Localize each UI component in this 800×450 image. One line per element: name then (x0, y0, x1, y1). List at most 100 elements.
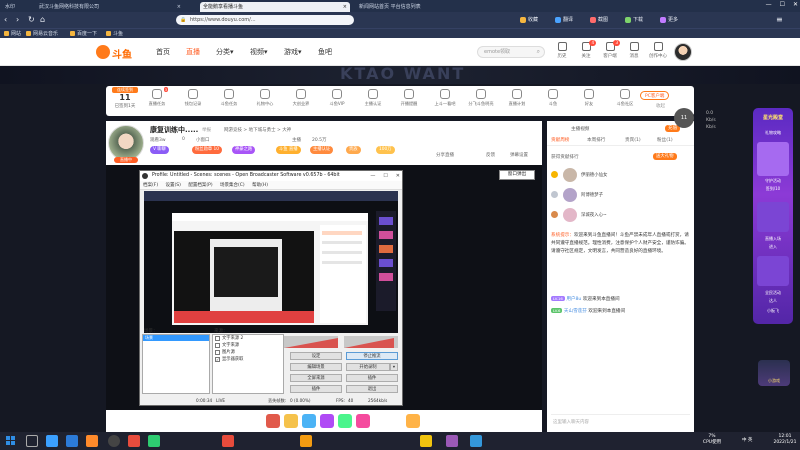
follow-button[interactable]: 关注 4 (576, 40, 596, 59)
gift-icon[interactable] (356, 414, 370, 428)
source-item[interactable]: 文字来源 2 (213, 335, 283, 342)
gift-icon[interactable] (266, 414, 280, 428)
obs-menu-item[interactable]: 设置(S) (166, 183, 181, 188)
exit-button[interactable]: 退出 (346, 385, 398, 393)
reload-icon[interactable]: ↻ (28, 15, 35, 25)
side-bubble[interactable]: 11 (674, 108, 694, 128)
app-icon[interactable] (420, 435, 432, 447)
source-item[interactable]: 文字来源 (213, 342, 283, 349)
checkbox[interactable] (215, 343, 220, 348)
report-link[interactable]: 举报 (202, 127, 211, 133)
close-icon[interactable]: × (343, 2, 347, 12)
close-icon[interactable]: × (177, 2, 181, 12)
plugins-button-2[interactable]: 插件 (290, 385, 342, 393)
back-icon[interactable]: ‹ (4, 15, 7, 25)
task-item[interactable]: 直播计划 (504, 89, 530, 107)
popout-button[interactable]: 窗口弹出 (499, 170, 535, 180)
search-icon[interactable]: ⌕ (537, 47, 540, 57)
streamer-avatar[interactable] (108, 125, 144, 161)
task-item[interactable]: 好友 (576, 89, 602, 107)
nav-live[interactable]: 直播 (186, 47, 200, 57)
history-button[interactable]: 历史 (552, 42, 572, 59)
tag-pill[interactable]: 100万 (376, 146, 395, 154)
avatar[interactable] (674, 43, 692, 61)
url-input[interactable]: 🔒 https://www.douyu.com/... (176, 15, 354, 25)
task-item[interactable]: 礼物中心 (252, 89, 278, 107)
maximize-icon[interactable]: ☐ (383, 173, 387, 179)
chat-user[interactable]: 天山雪莲芬 (564, 309, 587, 314)
obs-app-icon[interactable] (108, 435, 120, 447)
checkbox-checked[interactable]: ✓ (215, 357, 220, 362)
site-logo[interactable]: 斗鱼 (96, 44, 136, 61)
promo-panel[interactable]: 星光殿堂 礼物攻略 守护活动 签到/10 直播入场 进入 全民活动 达人 小板飞 (753, 108, 793, 324)
app-icon[interactable] (300, 435, 312, 447)
menu-icon[interactable]: ≡ (776, 16, 783, 24)
browser-tab[interactable]: 武汉斗鱼网络科技有限公司 × (36, 2, 184, 12)
signin-button[interactable]: 连续签到 11 已签到1天 (108, 87, 142, 115)
stream-category[interactable]: 网游竞技 > 地下城与勇士 > 大神 (224, 127, 291, 133)
client-button[interactable]: 客户端 3 (600, 40, 620, 59)
extension-button[interactable]: 下载 (625, 16, 643, 24)
app-icon[interactable] (66, 435, 78, 447)
obs-scenes-list[interactable]: 场景： 场景 (142, 329, 210, 394)
send-gift-button[interactable]: 送大礼物 (653, 153, 677, 160)
feedback-button[interactable]: 反馈 (486, 152, 495, 158)
messages-button[interactable]: 消息 (624, 42, 644, 59)
minimize-icon[interactable]: — (370, 173, 375, 179)
obs-menu-item[interactable]: 场景集合(C) (220, 183, 245, 188)
task-item[interactable]: 斗鱼任务 (216, 89, 242, 107)
task-item[interactable]: 主播认证 (360, 89, 386, 107)
app-icon[interactable] (470, 435, 482, 447)
search-input[interactable]: emote领取 ⌕ (477, 46, 545, 58)
browser-tab[interactable]: 水印 (2, 2, 32, 12)
tab-weekly-contribution[interactable]: 贡献周榜 (551, 137, 569, 143)
extension-button[interactable]: 截图 (590, 16, 608, 24)
promo-card[interactable] (757, 202, 789, 232)
close-window-icon[interactable]: ✕ (793, 1, 798, 8)
promo-card[interactable] (757, 256, 789, 286)
rank-row[interactable]: 深城夜入心~ (551, 207, 691, 223)
start-record-button[interactable]: 开始录制 (346, 363, 390, 371)
task-item[interactable]: 大创业界 (288, 89, 314, 107)
tab-fans[interactable]: 粉丝(1) (657, 137, 673, 143)
tag-pill[interactable]: 斗鱼 直播 (276, 146, 301, 154)
creator-button[interactable]: 创作中心 (648, 42, 668, 59)
share-button[interactable]: 分享直播 (436, 152, 454, 158)
chevron-down-icon[interactable]: ▾ (390, 363, 398, 371)
tag-pill[interactable]: V 聊聊 (150, 146, 169, 154)
gift-icon[interactable] (302, 414, 316, 428)
stop-stream-button[interactable]: 停止推流 (346, 352, 398, 360)
mini-game-button[interactable]: 小游戏 (758, 360, 790, 386)
browser-app-icon[interactable] (46, 435, 58, 447)
gift-icon[interactable] (284, 414, 298, 428)
search-icon[interactable] (26, 435, 38, 447)
obs-menu-item[interactable]: 帮助(H) (252, 183, 268, 188)
bookmark[interactable]: 网站 (4, 30, 21, 38)
nav-fishbar[interactable]: 鱼吧 (318, 47, 332, 57)
obs-menu-item[interactable]: 配置档案(P) (188, 183, 212, 188)
task-item[interactable]: 斗鱼社区 (612, 89, 638, 107)
tag-pill[interactable]: 贵族 (346, 146, 361, 154)
fullscreen-preview-button[interactable]: 全屏来源 (290, 374, 342, 382)
bookmark[interactable]: 网易云音乐 (26, 30, 58, 38)
tag-pill[interactable]: 主播认证 (310, 146, 334, 154)
nav-video[interactable]: 视频▾ (250, 47, 268, 57)
checkbox[interactable] (215, 350, 220, 355)
collapse-link[interactable]: 收起 (656, 103, 665, 109)
close-icon[interactable]: ✕ (396, 173, 400, 179)
bookmark[interactable]: 百度一下 (70, 30, 97, 38)
nav-games[interactable]: 游戏▾ (284, 47, 302, 57)
extension-button[interactable]: 收藏 (520, 16, 538, 24)
bookmark[interactable]: 斗鱼 (106, 30, 123, 38)
browser-tab-active[interactable]: 全能鹅享看播斗鱼 × (200, 2, 350, 12)
gift-icon[interactable] (320, 414, 334, 428)
windows-start-icon[interactable] (6, 436, 15, 445)
task-item[interactable]: 直播任务 3 (144, 87, 170, 107)
plugins-button[interactable]: 插件 (346, 374, 398, 382)
ime-indicator[interactable]: 中 英 (742, 437, 752, 443)
tab-weekly-rank[interactable]: 本周排行 (587, 137, 605, 143)
task-item[interactable]: 斗鱼 (540, 89, 566, 107)
task-item[interactable]: 分飞斗鱼明亮 (468, 89, 494, 107)
edit-scene-button[interactable]: 编辑场景 (290, 363, 342, 371)
extension-button[interactable]: 翻译 (555, 16, 573, 24)
